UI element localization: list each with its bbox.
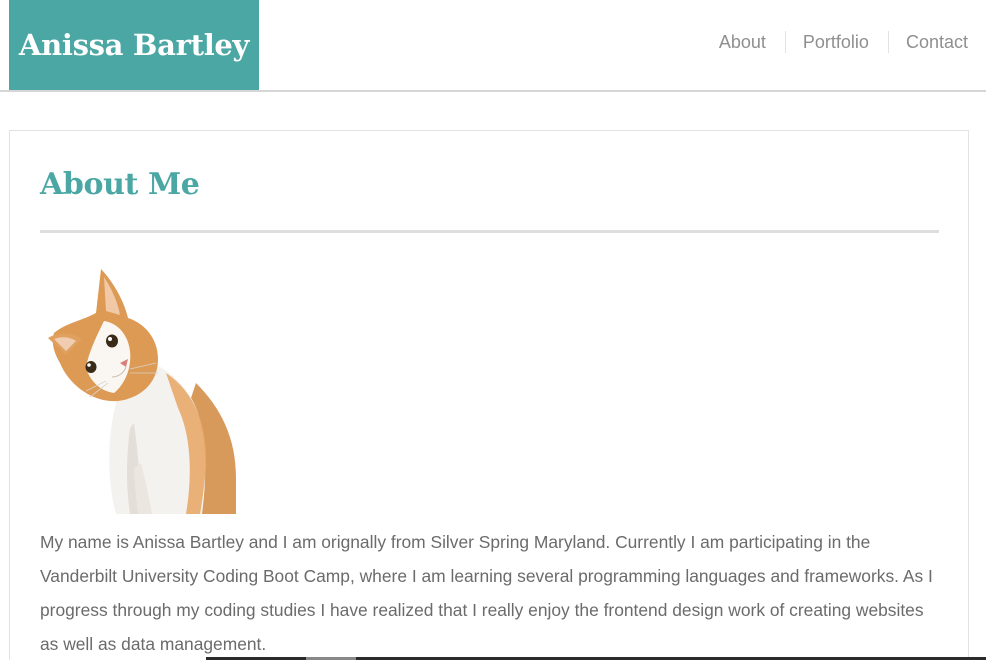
bio-paragraph: My name is Anissa Bartley and I am orign…	[40, 532, 933, 654]
brand-name[interactable]: Anissa Bartley	[19, 28, 250, 62]
nav-link-portfolio[interactable]: Portfolio	[784, 31, 869, 53]
brand-logo[interactable]: Anissa Bartley	[9, 0, 259, 90]
about-section: About Me My name is Anissa Bartley and I…	[9, 130, 969, 660]
nav-link-contact[interactable]: Contact	[887, 31, 968, 53]
nav-link-about[interactable]: About	[719, 31, 766, 53]
cat-photo	[48, 269, 236, 514]
section-divider	[40, 230, 939, 233]
section-title: About Me	[40, 167, 200, 202]
site-header: Anissa Bartley About Portfolio Contact	[0, 0, 986, 92]
main-nav: About Portfolio Contact	[719, 30, 968, 54]
